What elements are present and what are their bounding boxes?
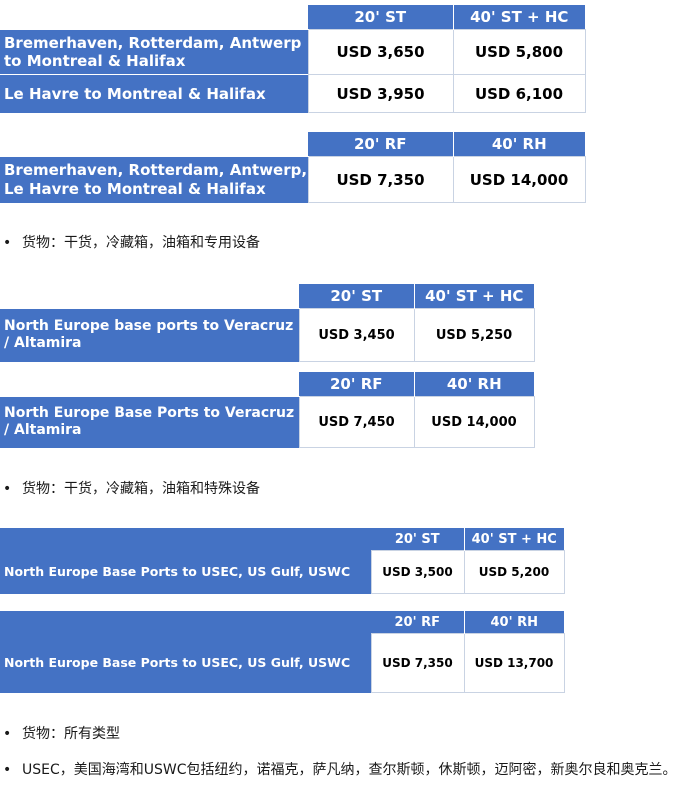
table-row: Le Havre to Montreal & Halifax USD 3,950…	[0, 74, 586, 113]
route-label: North Europe Base Ports to USEC, US Gulf…	[0, 633, 371, 693]
bullet-icon: •	[3, 726, 12, 742]
price-cell: USD 3,950	[307, 74, 454, 113]
route-label: North Europe Base Ports to USEC, US Gulf…	[0, 550, 371, 594]
price-cell: USD 7,450	[298, 396, 415, 448]
table-row: Bremerhaven, Rotterdam, Antwerp, Le Havr…	[0, 156, 586, 203]
price-cell: USD 5,250	[413, 308, 535, 362]
bullet-item: • 货物：干货，冷藏箱，油箱和专用设备	[3, 232, 693, 254]
route-label: North Europe base ports to Veracruz / Al…	[0, 308, 299, 362]
price-cell: USD 3,450	[298, 308, 415, 362]
price-cell: USD 3,500	[370, 550, 465, 594]
column-header: 40' RH	[414, 372, 534, 397]
price-cell: USD 5,200	[463, 550, 565, 594]
table-row: North Europe base ports to Veracruz / Al…	[0, 308, 535, 362]
table-row: North Europe Base Ports to Veracruz / Al…	[0, 396, 535, 448]
price-cell: USD 3,650	[307, 29, 454, 75]
blank-corner	[0, 132, 308, 157]
rate-table-canada-dry: 20' ST 40' ST + HC Bremerhaven, Rotterda…	[0, 5, 586, 113]
blank-corner	[0, 5, 308, 30]
header-filler	[0, 528, 371, 551]
route-label: Bremerhaven, Rotterdam, Antwerp to Montr…	[0, 29, 308, 75]
column-header: 20' ST	[308, 5, 454, 30]
route-label: Bremerhaven, Rotterdam, Antwerp, Le Havr…	[0, 156, 308, 203]
table-row: North Europe Base Ports to USEC, US Gulf…	[0, 550, 565, 594]
rate-table-mexico-reefer: 20' RF 40' RH North Europe Base Ports to…	[0, 372, 535, 448]
bullet-item: • 货物：所有类型	[3, 723, 693, 745]
price-cell: USD 7,350	[370, 633, 465, 693]
bullet-item: • USEC，美国海湾和USWC包括纽约，诺福克，萨凡纳，查尔斯顿，休斯顿，迈阿…	[3, 759, 693, 781]
price-cell: USD 13,700	[463, 633, 565, 693]
rate-table-canada-reefer: 20' RF 40' RH Bremerhaven, Rotterdam, An…	[0, 132, 586, 203]
bullet-icon: •	[3, 762, 12, 778]
bullet-text: 货物：干货，冷藏箱，油箱和专用设备	[22, 235, 260, 251]
price-cell: USD 14,000	[413, 396, 535, 448]
rate-table-us-reefer: 20' RF 40' RH North Europe Base Ports to…	[0, 611, 565, 693]
table-row: Bremerhaven, Rotterdam, Antwerp to Montr…	[0, 29, 586, 75]
column-header: 40' RH	[453, 132, 585, 157]
bullet-text: 货物：所有类型	[22, 726, 120, 742]
blank-corner	[0, 372, 299, 397]
column-header: 20' RF	[308, 132, 454, 157]
bullet-text: 货物：干货，冷藏箱，油箱和特殊设备	[22, 481, 260, 497]
route-label: North Europe Base Ports to Veracruz / Al…	[0, 396, 299, 448]
column-header: 40' ST + HC	[453, 5, 585, 30]
bullet-icon: •	[3, 481, 12, 497]
header-filler	[0, 611, 371, 634]
column-header: 20' RF	[371, 611, 465, 634]
price-cell: USD 5,800	[452, 29, 586, 75]
bullet-icon: •	[3, 235, 12, 251]
column-header: 20' ST	[299, 284, 415, 309]
rate-table-us-dry: 20' ST 40' ST + HC North Europe Base Por…	[0, 528, 565, 594]
price-cell: USD 14,000	[452, 156, 586, 203]
bullet-item: • 货物：干货，冷藏箱，油箱和特殊设备	[3, 478, 693, 500]
price-cell: USD 6,100	[452, 74, 586, 113]
table-row: North Europe Base Ports to USEC, US Gulf…	[0, 633, 565, 693]
rate-table-mexico-dry: 20' ST 40' ST + HC North Europe base por…	[0, 284, 535, 362]
bullet-text: USEC，美国海湾和USWC包括纽约，诺福克，萨凡纳，查尔斯顿，休斯顿，迈阿密，…	[22, 762, 677, 778]
column-header: 20' ST	[371, 528, 465, 551]
column-header: 40' RH	[464, 611, 564, 634]
route-label: Le Havre to Montreal & Halifax	[0, 74, 308, 113]
blank-corner	[0, 284, 299, 309]
column-header: 40' ST + HC	[464, 528, 564, 551]
column-header: 40' ST + HC	[414, 284, 534, 309]
price-cell: USD 7,350	[307, 156, 454, 203]
column-header: 20' RF	[299, 372, 415, 397]
